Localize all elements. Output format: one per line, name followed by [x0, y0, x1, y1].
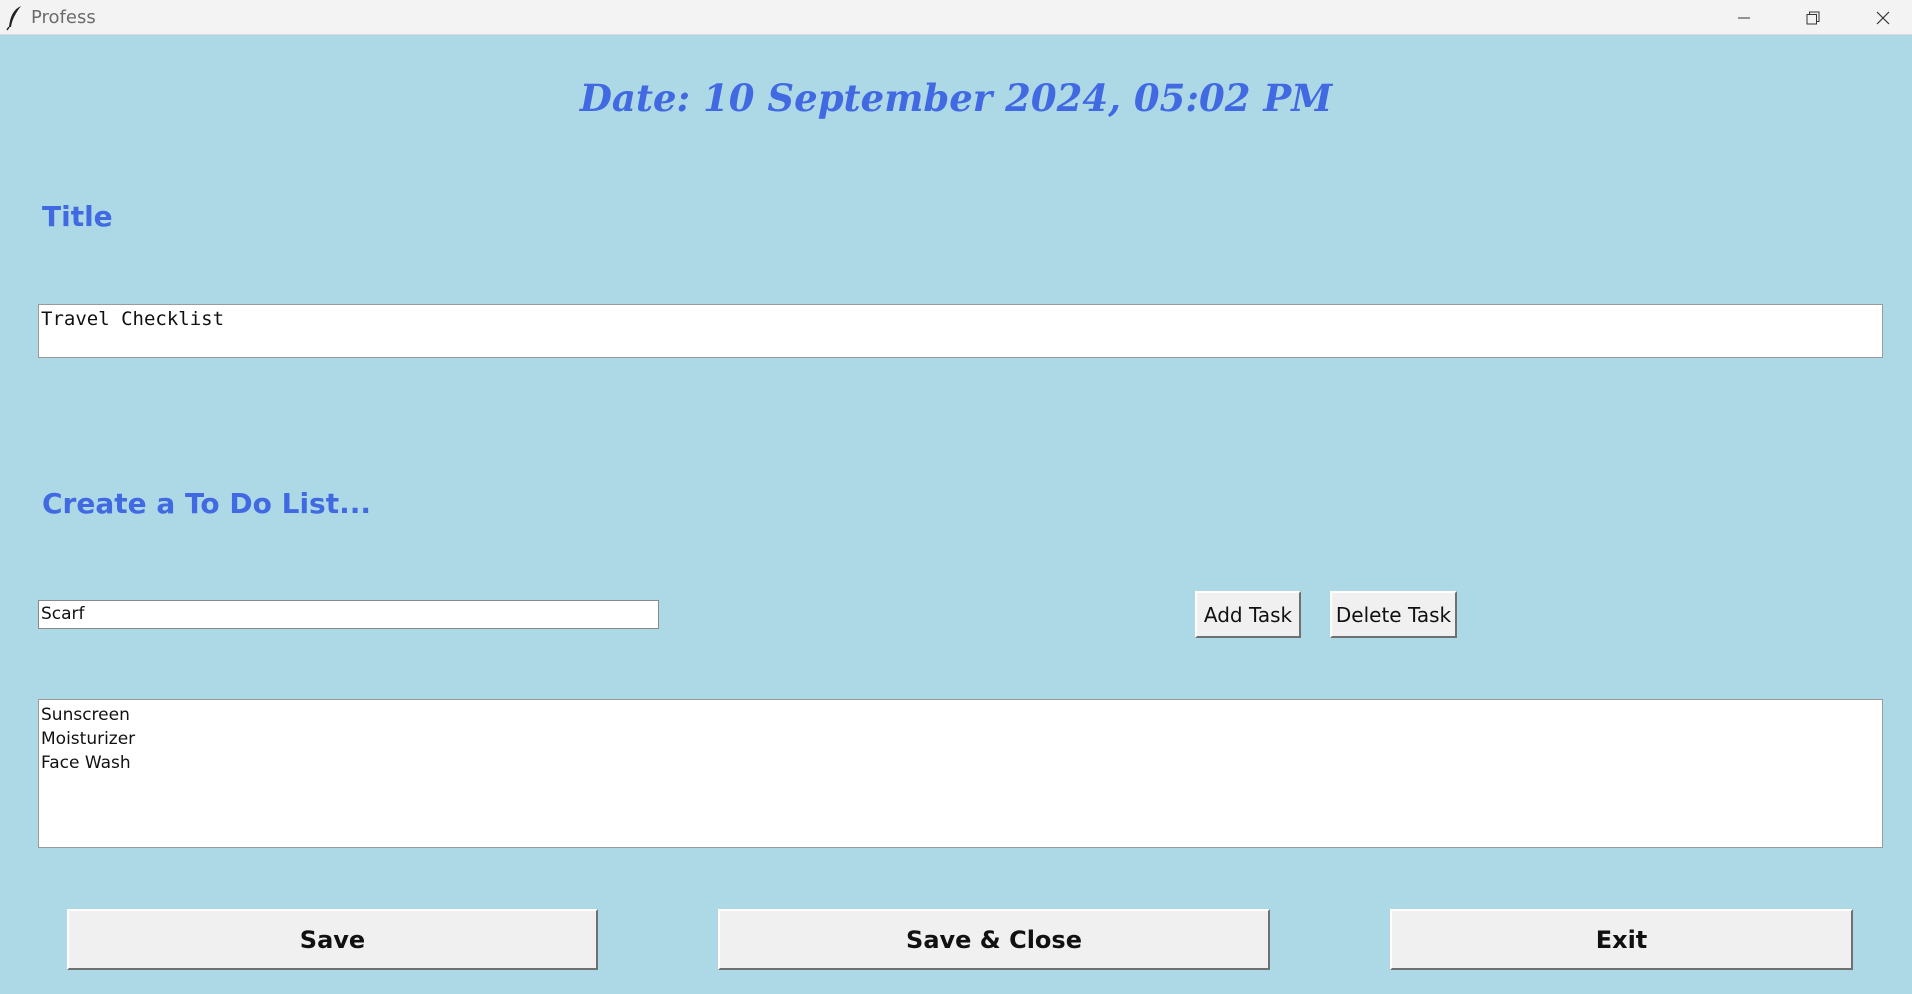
list-item[interactable]: Moisturizer — [41, 727, 1880, 751]
date-label: Date: 10 September 2024, 05:02 PM — [579, 76, 1333, 120]
save-close-button[interactable]: Save & Close — [718, 909, 1270, 970]
title-field[interactable]: Travel Checklist — [38, 304, 1883, 358]
task-input[interactable]: Scarf — [38, 600, 659, 629]
maximize-button[interactable] — [1779, 0, 1847, 35]
minimize-button[interactable] — [1710, 0, 1778, 35]
window-title: Profess — [31, 7, 96, 28]
exit-button[interactable]: Exit — [1390, 909, 1853, 970]
close-icon — [1876, 11, 1890, 25]
list-item[interactable]: Face Wash — [41, 751, 1880, 775]
add-task-button[interactable]: Add Task — [1195, 591, 1301, 638]
title-label: Title — [42, 200, 113, 233]
save-button[interactable]: Save — [67, 909, 598, 970]
feather-icon — [6, 5, 24, 31]
maximize-icon — [1806, 11, 1820, 25]
list-item[interactable]: Sunscreen — [41, 703, 1880, 727]
delete-task-button[interactable]: Delete Task — [1330, 591, 1457, 638]
close-button[interactable] — [1849, 0, 1912, 35]
window-titlebar[interactable]: Profess — [0, 0, 1912, 35]
todo-heading: Create a To Do List... — [42, 487, 371, 520]
minimize-icon — [1737, 11, 1751, 25]
task-list[interactable]: Sunscreen Moisturizer Face Wash — [38, 699, 1883, 848]
